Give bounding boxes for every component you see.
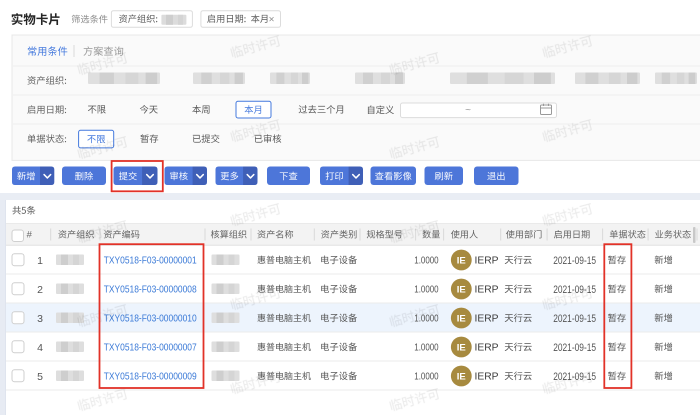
svg-text:IE: IE <box>457 313 466 324</box>
svg-text:5: 5 <box>37 371 43 383</box>
svg-text:2: 2 <box>37 284 43 296</box>
svg-text:TXY0518-F03-00000009: TXY0518-F03-00000009 <box>104 372 197 383</box>
svg-text:1: 1 <box>37 255 43 267</box>
svg-text:1.0000: 1.0000 <box>414 285 439 296</box>
svg-text:×: × <box>269 14 275 25</box>
svg-text:TXY0518-F03-00000008: TXY0518-F03-00000008 <box>104 285 197 296</box>
svg-text:IE: IE <box>457 371 466 382</box>
svg-text:2021-09-15: 2021-09-15 <box>553 255 596 267</box>
svg-text:IERP: IERP <box>475 285 499 296</box>
svg-text:IERP: IERP <box>475 314 499 325</box>
svg-text:2021-09-15: 2021-09-15 <box>553 342 596 354</box>
svg-text:3: 3 <box>37 313 43 325</box>
svg-text:IERP: IERP <box>475 372 499 383</box>
svg-text:IERP: IERP <box>475 256 499 267</box>
svg-text:TXY0518-F03-00000010: TXY0518-F03-00000010 <box>104 314 197 325</box>
svg-text:1.0000: 1.0000 <box>414 343 439 354</box>
svg-text:#: # <box>27 230 33 241</box>
svg-text:IE: IE <box>457 255 466 266</box>
svg-text:1.0000: 1.0000 <box>414 256 439 267</box>
svg-text:IE: IE <box>457 284 466 295</box>
svg-text:TXY0518-F03-00000001: TXY0518-F03-00000001 <box>104 256 197 267</box>
svg-text:TXY0518-F03-00000007: TXY0518-F03-00000007 <box>104 343 197 354</box>
svg-text:1.0000: 1.0000 <box>414 372 439 383</box>
svg-text:4: 4 <box>37 342 43 354</box>
svg-text:IE: IE <box>457 342 466 353</box>
svg-text:IERP: IERP <box>475 343 499 354</box>
svg-text:~: ~ <box>465 105 471 116</box>
svg-text:2021-09-15: 2021-09-15 <box>553 313 596 325</box>
